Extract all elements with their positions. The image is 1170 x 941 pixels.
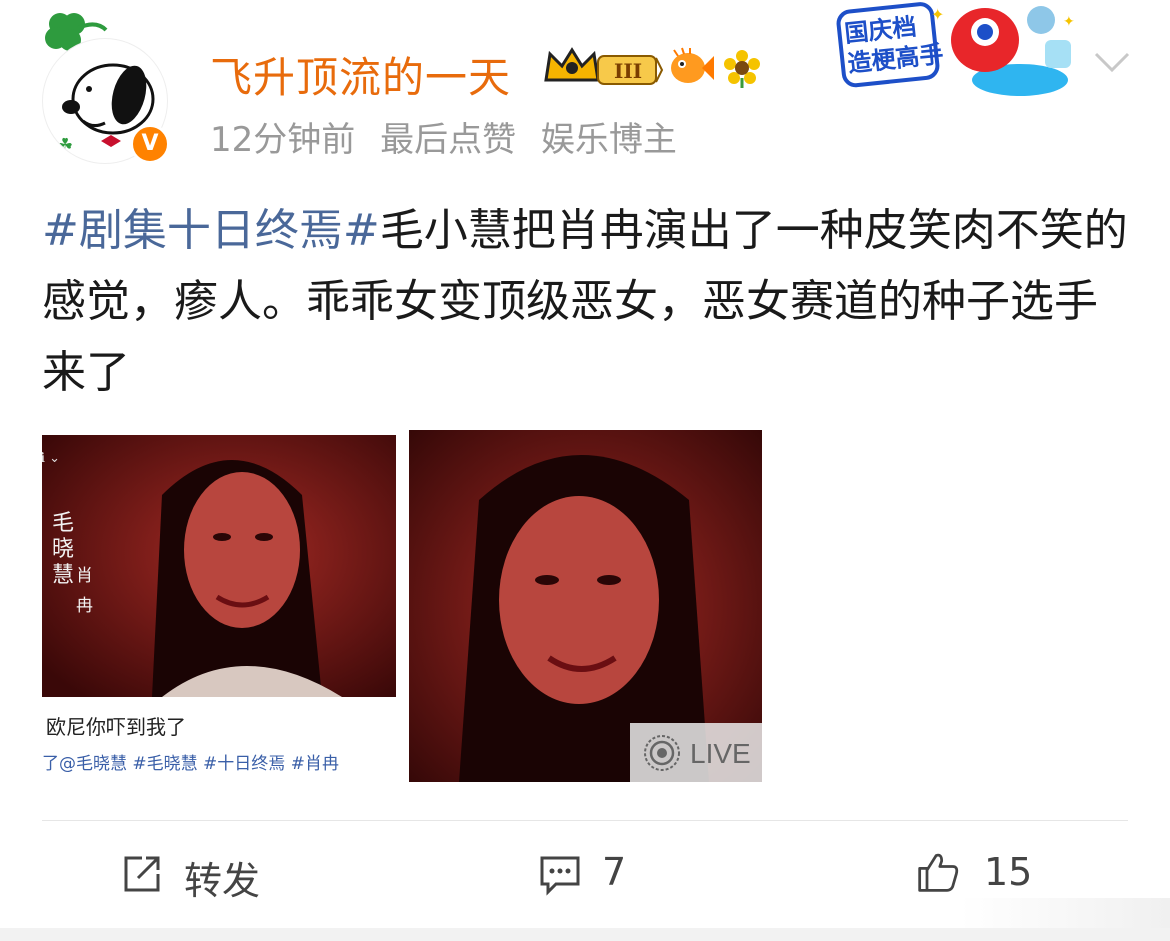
like-count: 15: [984, 850, 1033, 894]
post-time[interactable]: 12分钟前: [210, 120, 355, 160]
promo-text: 国庆档 造梗高手: [843, 9, 945, 79]
comment-icon: [540, 856, 580, 896]
repost-label: 转发: [184, 859, 261, 903]
image-1-tags: 了@毛晓慧 #毛晓慧 #十日终焉 #肖冉: [42, 754, 339, 774]
sunflower-icon: [724, 50, 760, 88]
crown-badge-icon: III: [544, 47, 664, 85]
repost-icon: [124, 856, 160, 892]
bottom-bar: [0, 928, 1170, 941]
verified-icon: V: [130, 124, 170, 164]
repost-button[interactable]: 转发: [120, 850, 280, 903]
live-icon: [644, 735, 680, 771]
last-like: 最后点赞: [380, 120, 517, 160]
image-1-caption: 欧尼你吓到我了: [46, 715, 186, 739]
image-1-corner: ℹ ⌄: [42, 451, 60, 466]
fish-icon: [671, 47, 714, 83]
chevron-down-icon[interactable]: [1092, 46, 1132, 76]
username[interactable]: 飞升顶流的一天: [210, 44, 511, 105]
like-icon: [918, 853, 959, 892]
divider: [42, 820, 1128, 821]
user-category: 娱乐博主: [540, 120, 677, 160]
post-image-1[interactable]: ℹ ⌄ 毛晓慧 肖冉 欧尼你吓到我了 了@毛晓慧 #毛晓慧 #十日终焉 #肖冉: [42, 435, 396, 783]
post-meta: 12分钟前 最后点赞 娱乐博主: [210, 112, 691, 161]
svg-text:✦: ✦: [1063, 14, 1075, 30]
image-1-vertical-role: 肖冉: [76, 566, 93, 616]
image-1-vertical-name: 毛晓慧: [52, 511, 75, 588]
comment-button[interactable]: 7: [538, 850, 658, 898]
hashtag-link[interactable]: #剧集十日终焉#: [42, 205, 380, 256]
live-label: LIVE: [690, 738, 751, 769]
svg-text:☘: ☘: [57, 135, 73, 156]
post-text: #剧集十日终焉#毛小慧把肖冉演出了一种皮笑肉不笑的感觉，瘆人。乖乖女变顶级恶女，…: [42, 195, 1132, 408]
like-button[interactable]: 15: [916, 850, 1046, 898]
watermark: [960, 898, 1170, 928]
comment-count: 7: [602, 850, 627, 894]
level-badge-text: III: [614, 59, 642, 83]
